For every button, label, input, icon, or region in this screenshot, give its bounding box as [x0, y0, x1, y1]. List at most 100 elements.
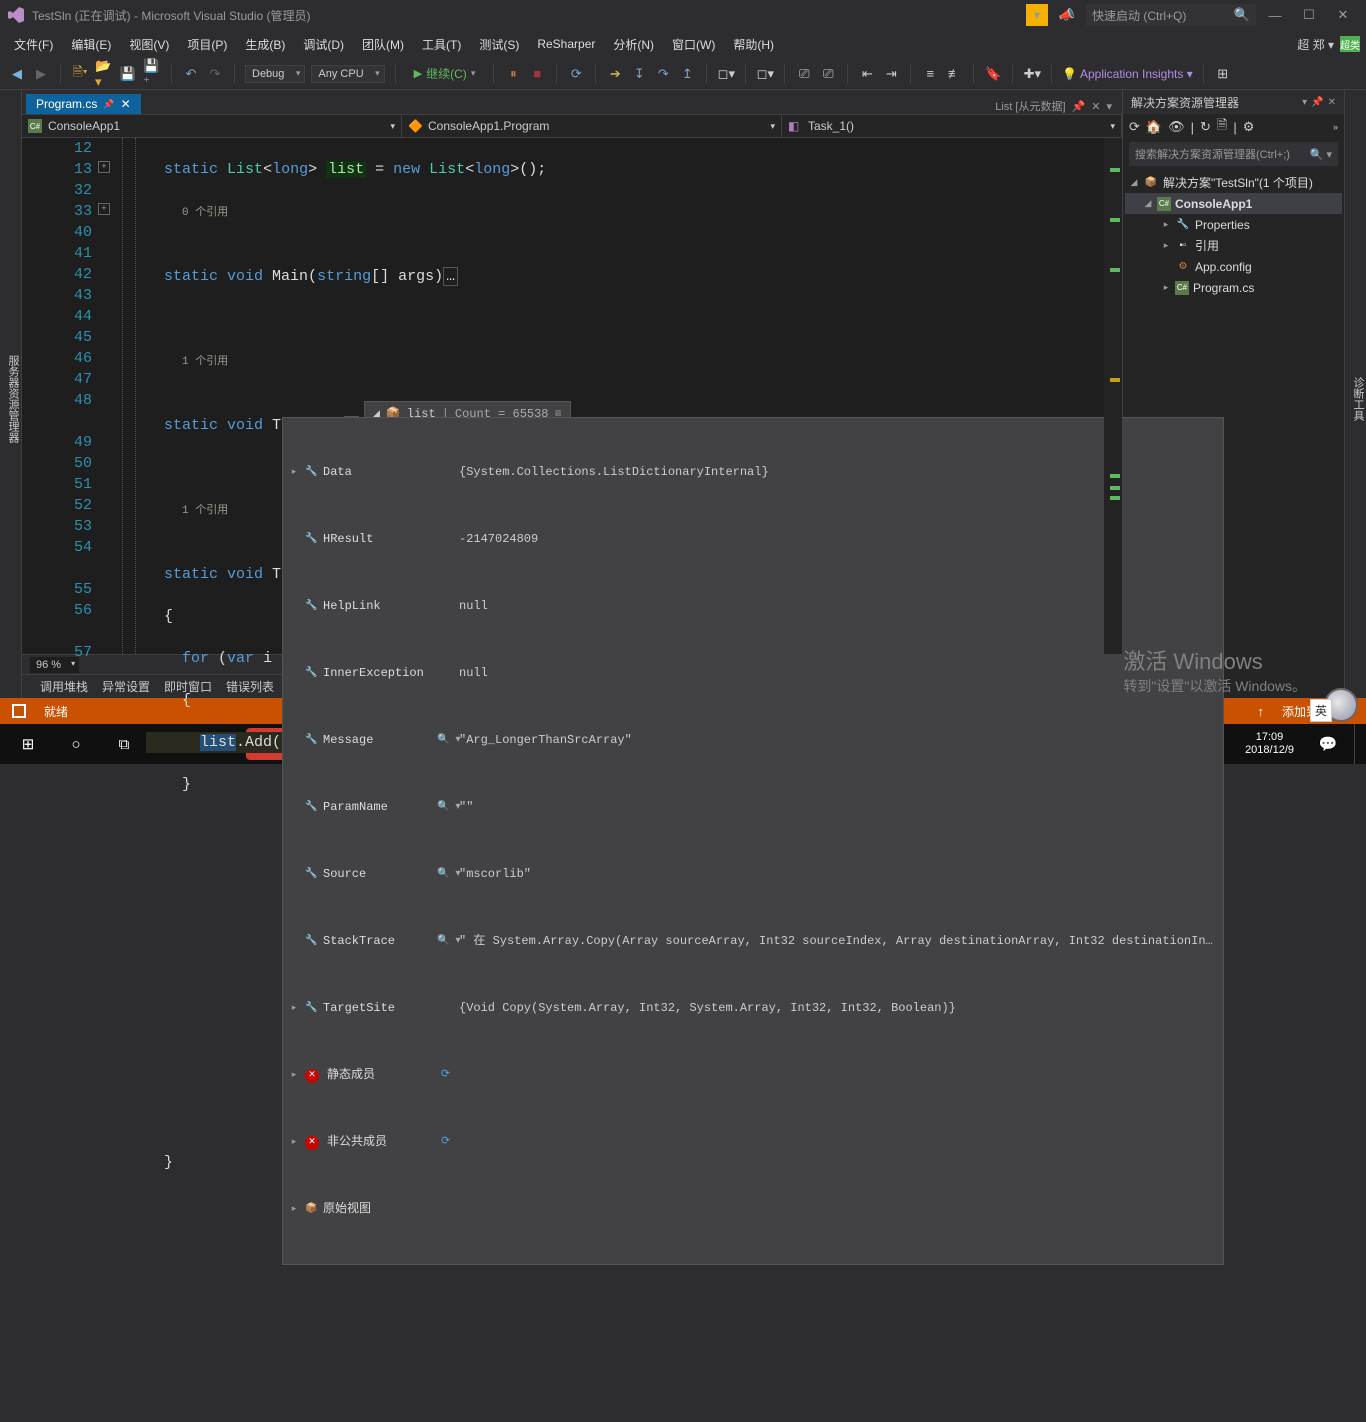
save-icon[interactable]: 💾 [119, 65, 137, 83]
preview-pin-icon[interactable]: 📌 [1072, 100, 1086, 113]
status-ready: 就绪 [44, 703, 68, 720]
panel-menu-icon[interactable]: ▾ [1302, 97, 1307, 108]
code-editor[interactable]: 12 13+ 32 33+ 40 41 42 43 44 45 46 47 48… [22, 138, 1122, 654]
code-content[interactable]: static List<long> list = new List<long>(… [136, 138, 1104, 654]
cortana-icon[interactable]: ○ [54, 728, 98, 760]
stop-icon[interactable]: ■ [528, 65, 546, 83]
menu-build[interactable]: 生成(B) [237, 32, 293, 57]
redo-icon[interactable]: ↷ [206, 65, 224, 83]
solution-explorer-title: 解决方案资源管理器 ▾📌✕ [1123, 90, 1344, 114]
search-icon: 🔍 [1234, 7, 1250, 23]
step-out-icon[interactable]: ↥ [678, 65, 696, 83]
zoom-select[interactable]: 96 % [30, 657, 79, 673]
taskbar-clock[interactable]: 17:092018/12/9 [1237, 731, 1302, 757]
sln-search-input[interactable]: 搜索解决方案资源管理器(Ctrl+;)🔍 ▾ [1129, 142, 1338, 166]
window-title: TestSln (正在调试) - Microsoft Visual Studio… [32, 7, 311, 24]
undo-icon[interactable]: ↶ [182, 65, 200, 83]
windows-activation-watermark: 激活 Windows 转到"设置"以激活 Windows。 [1123, 644, 1306, 696]
document-tab[interactable]: Program.cs 📌 ✕ [26, 94, 141, 114]
add-item-icon[interactable]: ✚▾ [1023, 65, 1041, 83]
server-explorer-strip[interactable]: 服务器资源管理器 [0, 90, 22, 698]
close-button[interactable]: ✕ [1328, 4, 1358, 26]
app-insights[interactable]: 💡 Application Insights ▾ [1062, 67, 1192, 81]
indent-less-icon[interactable]: ⇤ [858, 65, 876, 83]
user-badge[interactable]: 超类 [1340, 36, 1360, 52]
maximize-button[interactable]: ☐ [1294, 4, 1324, 26]
new-project-icon[interactable]: 🗎▾ [71, 65, 89, 83]
search-icon: 🔍 ▾ [1310, 148, 1332, 161]
menu-tools[interactable]: 工具(T) [414, 32, 469, 57]
home-scope-icon[interactable]: 🏠 [1146, 119, 1162, 135]
tab-exception[interactable]: 异常设置 [102, 678, 150, 695]
tab-close-icon[interactable]: ✕ [121, 97, 131, 111]
thread-select[interactable]: ◻▾ [756, 65, 774, 83]
user-label[interactable]: 超 郑 ▾ [1297, 36, 1334, 53]
restart-icon[interactable]: ⟳ [567, 65, 585, 83]
comment-icon[interactable]: ≡ [921, 65, 939, 83]
process-select[interactable]: ◻▾ [717, 65, 735, 83]
toolbar: ◀ ▶ 🗎▾ 📂▾ 💾 💾⁺ ↶ ↷ Debug Any CPU ▶继续(C)▾… [0, 58, 1366, 90]
menu-debug[interactable]: 调试(D) [295, 32, 352, 57]
nav-member-select[interactable]: ◧Task_1()▾ [782, 115, 1122, 137]
editor-scroll-map[interactable] [1104, 138, 1122, 654]
ime-badge[interactable]: 英 [1310, 699, 1332, 722]
diagnostics-strip[interactable]: 诊断工具 [1344, 90, 1366, 698]
menubar: 文件(F) 编辑(E) 视图(V) 项目(P) 生成(B) 调试(D) 团队(M… [0, 30, 1366, 58]
menu-edit[interactable]: 编辑(E) [63, 32, 119, 57]
menu-view[interactable]: 视图(V) [121, 32, 177, 57]
properties-icon[interactable]: ⚙ [1243, 119, 1255, 135]
save-all-icon[interactable]: 💾⁺ [143, 65, 161, 83]
panel-close-icon[interactable]: ✕ [1328, 97, 1336, 108]
exception-datatip[interactable]: ▸🔧Data{System.Collections.ListDictionary… [282, 417, 1224, 1265]
break-all-icon[interactable]: ⏸ [504, 65, 522, 83]
feedback-icon[interactable]: 📣 [1052, 4, 1082, 26]
tab-menu-icon[interactable]: ▾ [1106, 100, 1112, 113]
continue-button[interactable]: ▶继续(C)▾ [406, 63, 484, 84]
show-all-icon[interactable]: 🗎 [1217, 116, 1227, 138]
menu-resharper[interactable]: ReSharper [529, 33, 603, 55]
menu-help[interactable]: 帮助(H) [725, 32, 782, 57]
nav-fwd-icon[interactable]: ▶ [32, 65, 50, 83]
notifications-icon[interactable]: 💬 [1306, 728, 1350, 760]
show-desktop[interactable] [1354, 724, 1360, 764]
sln-toolbar: ⟳ 🏠 👁 | ↻ 🗎 | ⚙ » [1123, 114, 1344, 140]
line-number-gutter: 12 13+ 32 33+ 40 41 42 43 44 45 46 47 48… [22, 138, 122, 654]
quicklaunch-input[interactable]: 快速启动 (Ctrl+Q)🔍 [1086, 4, 1256, 26]
tab-callstack[interactable]: 调用堆栈 [40, 678, 88, 695]
preview-tab-label[interactable]: List [从元数据] [995, 98, 1065, 114]
open-icon[interactable]: 📂▾ [95, 65, 113, 83]
nav-project-select[interactable]: C#ConsoleApp1▾ [22, 115, 402, 137]
pin-icon[interactable]: 📌 [103, 99, 114, 110]
status-animation-icon [12, 704, 26, 718]
menu-project[interactable]: 项目(P) [179, 32, 235, 57]
menu-analyze[interactable]: 分析(N) [605, 32, 662, 57]
menu-window[interactable]: 窗口(W) [664, 32, 723, 57]
menu-team[interactable]: 团队(M) [354, 32, 412, 57]
menu-file[interactable]: 文件(F) [6, 32, 61, 57]
notification-flag-icon[interactable]: ▾ [1026, 4, 1048, 26]
home-icon[interactable]: ⟳ [1129, 119, 1140, 135]
panel-pin-icon[interactable]: 📌 [1311, 97, 1323, 108]
bookmark-icon[interactable]: 🔖 [984, 65, 1002, 83]
platform-select[interactable]: Any CPU [311, 65, 384, 83]
step-over-icon[interactable]: ↷ [654, 65, 672, 83]
indent-more-icon[interactable]: ⇥ [882, 65, 900, 83]
preview-close-icon[interactable]: ✕ [1091, 100, 1100, 113]
step-into-icon[interactable]: ↧ [630, 65, 648, 83]
extensions-icon[interactable]: ⊞ [1214, 65, 1232, 83]
tab-label: Program.cs [36, 97, 97, 111]
menu-test[interactable]: 测试(S) [471, 32, 527, 57]
nav-class-select[interactable]: 🔶ConsoleApp1.Program▾ [402, 115, 782, 137]
start-button[interactable]: ⊞ [6, 728, 50, 760]
nav-back-icon[interactable]: ◀ [8, 65, 26, 83]
collapse-icon[interactable]: 👁 [1168, 119, 1185, 135]
stack-frame2[interactable]: ⎚ [819, 65, 837, 83]
uncomment-icon[interactable]: ≢ [945, 65, 963, 83]
publish-icon[interactable]: ↑ [1258, 704, 1265, 719]
taskview-icon[interactable]: ⧉ [102, 728, 146, 760]
stack-frame[interactable]: ⎚ [795, 65, 813, 83]
config-select[interactable]: Debug [245, 65, 305, 83]
next-statement-icon[interactable]: ➔ [606, 65, 624, 83]
minimize-button[interactable]: — [1260, 4, 1290, 26]
sync-icon[interactable]: ↻ [1200, 119, 1211, 135]
